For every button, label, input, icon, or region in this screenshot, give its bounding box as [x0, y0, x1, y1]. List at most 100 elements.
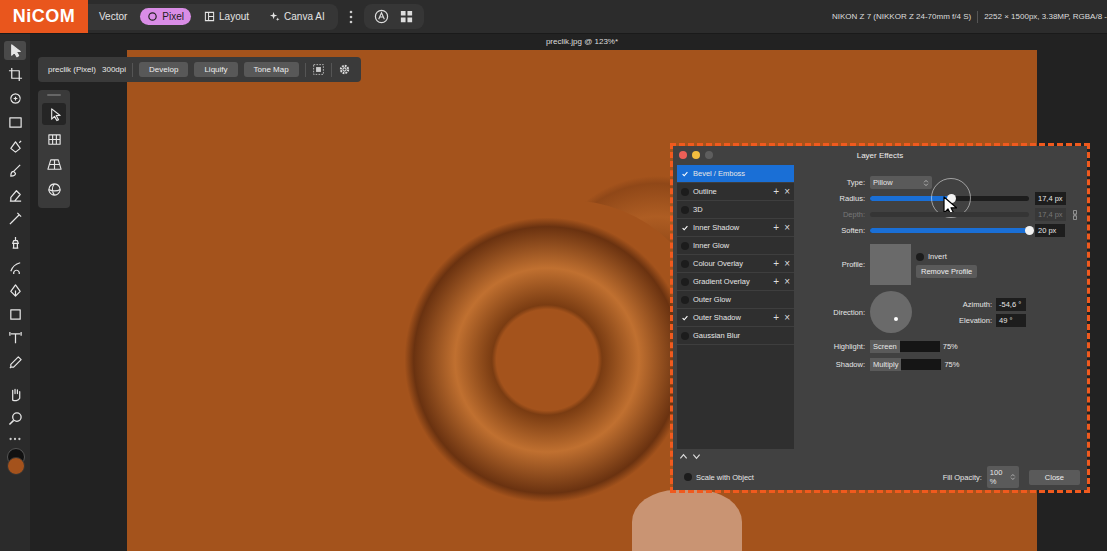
effect-action[interactable]: ×	[784, 258, 790, 269]
effect-checkbox[interactable]	[681, 206, 689, 214]
close-light[interactable]	[679, 151, 687, 159]
effect-item[interactable]: Outer Glow	[677, 291, 794, 309]
profile-preview[interactable]	[870, 244, 911, 285]
transform-icon[interactable]	[312, 63, 325, 76]
blend-control[interactable]: Multiply75%	[870, 358, 1087, 371]
effect-item[interactable]: Inner Glow	[677, 237, 794, 255]
dialog-title-bar[interactable]: Layer Effects	[673, 146, 1087, 165]
blend-mode-dropdown[interactable]: Screen	[870, 340, 900, 353]
tool-button[interactable]	[4, 161, 26, 180]
tool-button[interactable]	[4, 233, 26, 252]
tool-button[interactable]	[4, 329, 26, 348]
effect-checkbox[interactable]	[681, 332, 689, 340]
tool-button[interactable]	[4, 137, 26, 156]
flood-select-icon	[8, 139, 23, 154]
context-button[interactable]: Liquify	[194, 62, 237, 77]
effect-action[interactable]: +	[773, 276, 779, 287]
effect-action[interactable]: +	[773, 258, 779, 269]
tool-button[interactable]	[4, 41, 26, 60]
invert-radio[interactable]	[916, 253, 924, 261]
remove-profile-button[interactable]: Remove Profile	[916, 265, 977, 278]
value-field[interactable]: 20 px	[1035, 224, 1065, 237]
type-dropdown[interactable]: Pillow	[870, 176, 932, 189]
slider-thumb[interactable]	[1025, 226, 1034, 235]
tool-button[interactable]	[4, 185, 26, 204]
sparkle-icon	[269, 11, 280, 22]
tool-button[interactable]	[4, 409, 26, 428]
tool-button[interactable]	[4, 353, 26, 372]
effect-item[interactable]: Inner Shadow+×	[677, 219, 794, 237]
grid-icon[interactable]	[399, 9, 414, 24]
tool-button[interactable]	[4, 257, 26, 276]
chevron-up-icon[interactable]	[679, 452, 688, 461]
scale-with-object[interactable]: Scale with Object	[684, 473, 754, 482]
effect-checkbox[interactable]	[681, 278, 689, 286]
tool-button[interactable]	[4, 89, 26, 108]
layout-icon	[204, 11, 215, 22]
effect-item[interactable]: Colour Overlay+×	[677, 255, 794, 273]
persona-tab[interactable]: Vector	[92, 8, 134, 25]
color-swatches[interactable]	[5, 448, 25, 474]
effect-checkbox[interactable]	[681, 188, 689, 196]
effect-action[interactable]: +	[773, 222, 779, 233]
slider-thumb[interactable]	[947, 194, 956, 203]
chevron-down-icon[interactable]	[692, 452, 701, 461]
blend-mode-dropdown[interactable]: Multiply	[870, 358, 901, 371]
effect-checkbox[interactable]	[681, 296, 689, 304]
effect-action[interactable]: ×	[784, 222, 790, 233]
effect-item[interactable]: Gradient Overlay+×	[677, 273, 794, 291]
slider[interactable]	[870, 196, 1029, 201]
effect-action[interactable]: +	[773, 312, 779, 323]
direction-dial[interactable]	[870, 291, 912, 333]
effect-checkbox[interactable]	[681, 224, 689, 232]
effect-checkbox[interactable]	[681, 260, 689, 268]
elevation-field[interactable]: 49 °	[996, 314, 1026, 327]
slider[interactable]	[870, 212, 1029, 217]
effect-item[interactable]: 3D	[677, 201, 794, 219]
persona-tab[interactable]: Canva AI	[262, 8, 332, 25]
close-button[interactable]: Close	[1029, 470, 1080, 485]
subtool-button[interactable]	[42, 128, 66, 150]
blend-control[interactable]: Screen75%	[870, 340, 1087, 353]
effect-item[interactable]: Gaussian Blur	[677, 327, 794, 345]
tool-button[interactable]	[4, 209, 26, 228]
subtool-button[interactable]	[42, 178, 66, 200]
subtool-button[interactable]	[42, 103, 66, 125]
invert-option[interactable]: Invert	[916, 252, 977, 261]
slider[interactable]	[870, 228, 1029, 233]
effect-action[interactable]: ×	[784, 276, 790, 287]
effect-item[interactable]: Bevel / Emboss	[677, 165, 794, 183]
effect-checkbox[interactable]	[681, 314, 689, 322]
azimuth-field[interactable]: -54,6 °	[996, 298, 1026, 311]
effect-action[interactable]: ×	[784, 312, 790, 323]
context-button[interactable]: Tone Map	[244, 62, 299, 77]
effect-item[interactable]: Outer Shadow+×	[677, 309, 794, 327]
tool-button[interactable]	[4, 305, 26, 324]
primary-color[interactable]	[7, 457, 25, 475]
gear-icon[interactable]	[338, 63, 351, 76]
persona-tab[interactable]: Layout	[197, 8, 256, 25]
tool-button[interactable]	[4, 281, 26, 300]
tool-button[interactable]	[4, 113, 26, 132]
context-button[interactable]: Develop	[139, 62, 188, 77]
persona-tab[interactable]: Pixel	[140, 8, 191, 25]
effect-action[interactable]: ×	[784, 186, 790, 197]
effect-checkbox[interactable]	[681, 242, 689, 250]
effect-item[interactable]: Outline+×	[677, 183, 794, 201]
document-info: NIKON Z 7 (NIKKOR Z 24-70mm f/4 S)2252 ×…	[832, 11, 1107, 23]
fill-opacity-field[interactable]: 100 %	[987, 466, 1019, 488]
more-tools-icon[interactable]	[8, 437, 22, 441]
effect-action[interactable]: +	[773, 186, 779, 197]
more-icon[interactable]	[348, 9, 354, 25]
link-icon[interactable]	[1072, 209, 1078, 221]
minimize-light[interactable]	[692, 151, 700, 159]
tool-button[interactable]	[4, 385, 26, 404]
effect-checkbox[interactable]	[681, 170, 689, 178]
subtool-button[interactable]	[42, 153, 66, 175]
value-field[interactable]: 17,4 px	[1035, 192, 1066, 205]
assistant-icon[interactable]	[374, 9, 389, 24]
value-field[interactable]: 17,4 px	[1035, 208, 1066, 221]
context-toolbar: preclik (Pixel)300dpiDevelopLiquifyTone …	[38, 57, 361, 82]
scale-checkbox[interactable]	[684, 473, 692, 481]
tool-button[interactable]	[4, 65, 26, 84]
